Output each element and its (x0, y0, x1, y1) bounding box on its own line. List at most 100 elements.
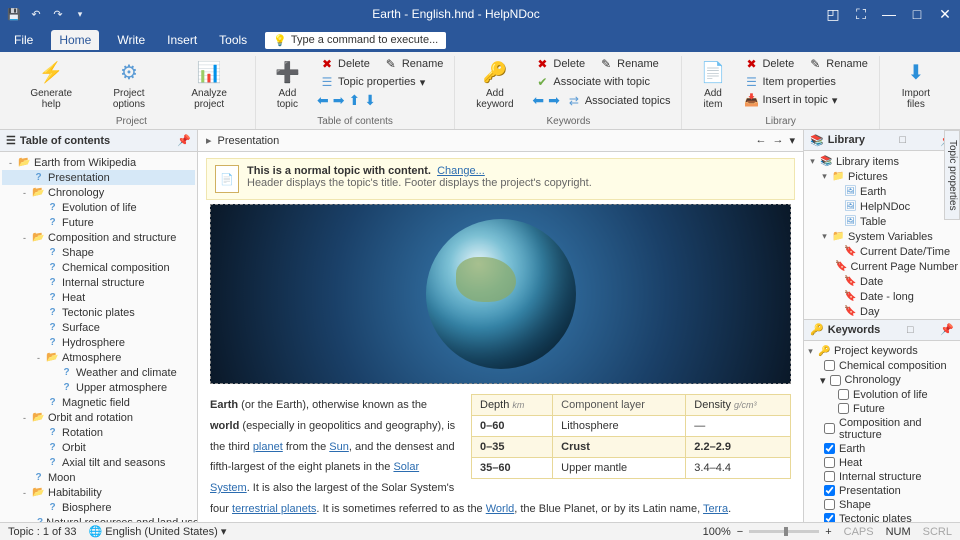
menu-write[interactable]: Write (113, 31, 149, 49)
library-item[interactable]: 🔖Current Date/Time (806, 244, 958, 259)
import-files-button[interactable]: ⬇Import files (888, 56, 944, 112)
keyword-item[interactable]: Evolution of life (806, 388, 958, 402)
associate-keyword-button[interactable]: ✔Associate with topic (532, 74, 673, 90)
save-icon[interactable]: 💾 (6, 6, 22, 22)
keyword-item[interactable]: Heat (806, 456, 958, 470)
keyword-checkbox[interactable] (824, 423, 835, 434)
toc-item[interactable]: ?Natural resources and land use (2, 515, 195, 522)
link-terra[interactable]: Terra (703, 503, 728, 515)
add-topic-button[interactable]: ➕Add topic (264, 56, 311, 112)
keyword-item[interactable]: ▾Chronology (806, 373, 958, 388)
library-item[interactable]: ▾📁Pictures (806, 169, 958, 184)
toc-item[interactable]: -📂Earth from Wikipedia (2, 155, 195, 170)
add-library-item-button[interactable]: 📄Add item (690, 56, 735, 112)
library-item[interactable]: 🖼Earth (806, 184, 958, 199)
keyword-item[interactable]: Composition and structure (806, 416, 958, 442)
nav-menu-icon[interactable]: ▾ (789, 134, 795, 147)
library-item[interactable]: 🖼Table (806, 214, 958, 229)
toc-item[interactable]: ?Rotation (2, 425, 195, 440)
toc-item[interactable]: -📂Atmosphere (2, 350, 195, 365)
keyword-checkbox[interactable] (824, 360, 835, 371)
keyword-item[interactable]: Internal structure (806, 470, 958, 484)
toc-item[interactable]: ?Surface (2, 320, 195, 335)
keyword-item[interactable]: Chemical composition (806, 359, 958, 373)
link-planet[interactable]: planet (253, 441, 283, 453)
generate-help-button[interactable]: ⚡Generate help (16, 56, 86, 112)
library-item[interactable]: 🔖Current Page Number (806, 259, 958, 274)
toc-item[interactable]: ?Internal structure (2, 275, 195, 290)
minimize-icon[interactable]: — (880, 6, 898, 23)
keyword-checkbox[interactable] (824, 457, 835, 468)
breadcrumb-chevron-icon[interactable]: ▸ (206, 134, 212, 147)
menu-file[interactable]: File (10, 31, 37, 49)
keyword-checkbox[interactable] (824, 513, 835, 522)
toc-item[interactable]: ?Biosphere (2, 500, 195, 515)
toc-item[interactable]: ?Presentation (2, 170, 195, 185)
zoom-control[interactable]: 100%−+ (703, 526, 832, 538)
qat-dropdown-icon[interactable]: ▾ (72, 6, 88, 22)
topic-content[interactable]: Depth kmComponent layerDensity g/cm³ 0–6… (198, 204, 803, 522)
keyword-item[interactable]: Presentation (806, 484, 958, 498)
link-terrestrial[interactable]: terrestrial planets (232, 503, 316, 515)
topic-move-arrows[interactable]: ⬅➡⬆⬇ (317, 92, 446, 109)
keywords-root[interactable]: ▾🔑Project keywords (806, 344, 958, 359)
pin-icon[interactable]: 📌 (177, 134, 191, 147)
menu-tools[interactable]: Tools (215, 31, 251, 49)
associated-topics-button[interactable]: ⇄Associated topics (564, 93, 674, 109)
delete-topic-button[interactable]: ✖Delete (317, 56, 373, 72)
toc-item[interactable]: ?Future (2, 215, 195, 230)
keyword-checkbox[interactable] (824, 443, 835, 454)
toc-item[interactable]: ?Orbit (2, 440, 195, 455)
toc-tree[interactable]: -📂Earth from Wikipedia?Presentation-📂Chr… (0, 152, 197, 522)
change-link[interactable]: Change... (437, 165, 485, 177)
keyword-checkbox[interactable] (824, 471, 835, 482)
nav-back-icon[interactable]: ← (755, 134, 766, 147)
toc-item[interactable]: ?Hydrosphere (2, 335, 195, 350)
insert-in-topic-button[interactable]: 📥Insert in topic ▾ (741, 92, 870, 108)
keyword-checkbox[interactable] (830, 375, 841, 386)
link-sun[interactable]: Sun (329, 441, 349, 453)
toc-item[interactable]: ?Upper atmosphere (2, 380, 195, 395)
toc-item[interactable]: ?Tectonic plates (2, 305, 195, 320)
toc-item[interactable]: ?Axial tilt and seasons (2, 455, 195, 470)
menu-insert[interactable]: Insert (163, 31, 201, 49)
delete-keyword-button[interactable]: ✖Delete (532, 56, 588, 72)
nav-fwd-icon[interactable]: → (772, 134, 783, 147)
library-item[interactable]: 🔖Date (806, 274, 958, 289)
keyword-checkbox[interactable] (824, 485, 835, 496)
toc-item[interactable]: -📂Composition and structure (2, 230, 195, 245)
kw-pin-icon[interactable]: 📌 (940, 323, 954, 336)
rename-item-button[interactable]: ✎Rename (805, 56, 871, 72)
topic-properties-tab[interactable]: Topic properties (944, 130, 960, 220)
library-tree[interactable]: ▾📚Library items▾📁Pictures🖼Earth🖼HelpNDoc… (804, 151, 960, 320)
toc-item[interactable]: ?Weather and climate (2, 365, 195, 380)
topic-properties-button[interactable]: ☰Topic properties ▾ (317, 74, 446, 90)
status-lang[interactable]: 🌐 English (United States) ▾ (89, 525, 227, 538)
keyword-item[interactable]: Shape (806, 498, 958, 512)
menu-home[interactable]: Home (51, 30, 99, 50)
library-item[interactable]: 🔖Day (806, 304, 958, 319)
link-world[interactable]: World (486, 503, 515, 515)
command-search[interactable]: 💡Type a command to execute... (265, 32, 446, 49)
library-item[interactable]: ▾📚Library items (806, 154, 958, 169)
keyword-checkbox[interactable] (838, 389, 849, 400)
toc-item[interactable]: ?Magnetic field (2, 395, 195, 410)
rename-keyword-button[interactable]: ✎Rename (596, 56, 662, 72)
delete-item-button[interactable]: ✖Delete (741, 56, 797, 72)
keyword-item[interactable]: Future (806, 402, 958, 416)
toc-item[interactable]: -📂Habitability (2, 485, 195, 500)
toc-item[interactable]: ?Heat (2, 290, 195, 305)
library-item[interactable]: 🖼HelpNDoc (806, 199, 958, 214)
keyword-checkbox[interactable] (838, 403, 849, 414)
project-options-button[interactable]: ⚙Project options (92, 56, 165, 112)
close-icon[interactable]: ✕ (936, 6, 954, 23)
toc-item[interactable]: ?Evolution of life (2, 200, 195, 215)
library-item[interactable]: ▾📁System Variables (806, 229, 958, 244)
item-properties-button[interactable]: ☰Item properties (741, 74, 870, 90)
maximize-icon[interactable]: □ (908, 6, 926, 23)
toc-item[interactable]: ?Shape (2, 245, 195, 260)
toc-item[interactable]: ?Moon (2, 470, 195, 485)
toc-item[interactable]: ?Chemical composition (2, 260, 195, 275)
rename-topic-button[interactable]: ✎Rename (381, 56, 447, 72)
add-keyword-button[interactable]: 🔑Add keyword (463, 56, 526, 112)
